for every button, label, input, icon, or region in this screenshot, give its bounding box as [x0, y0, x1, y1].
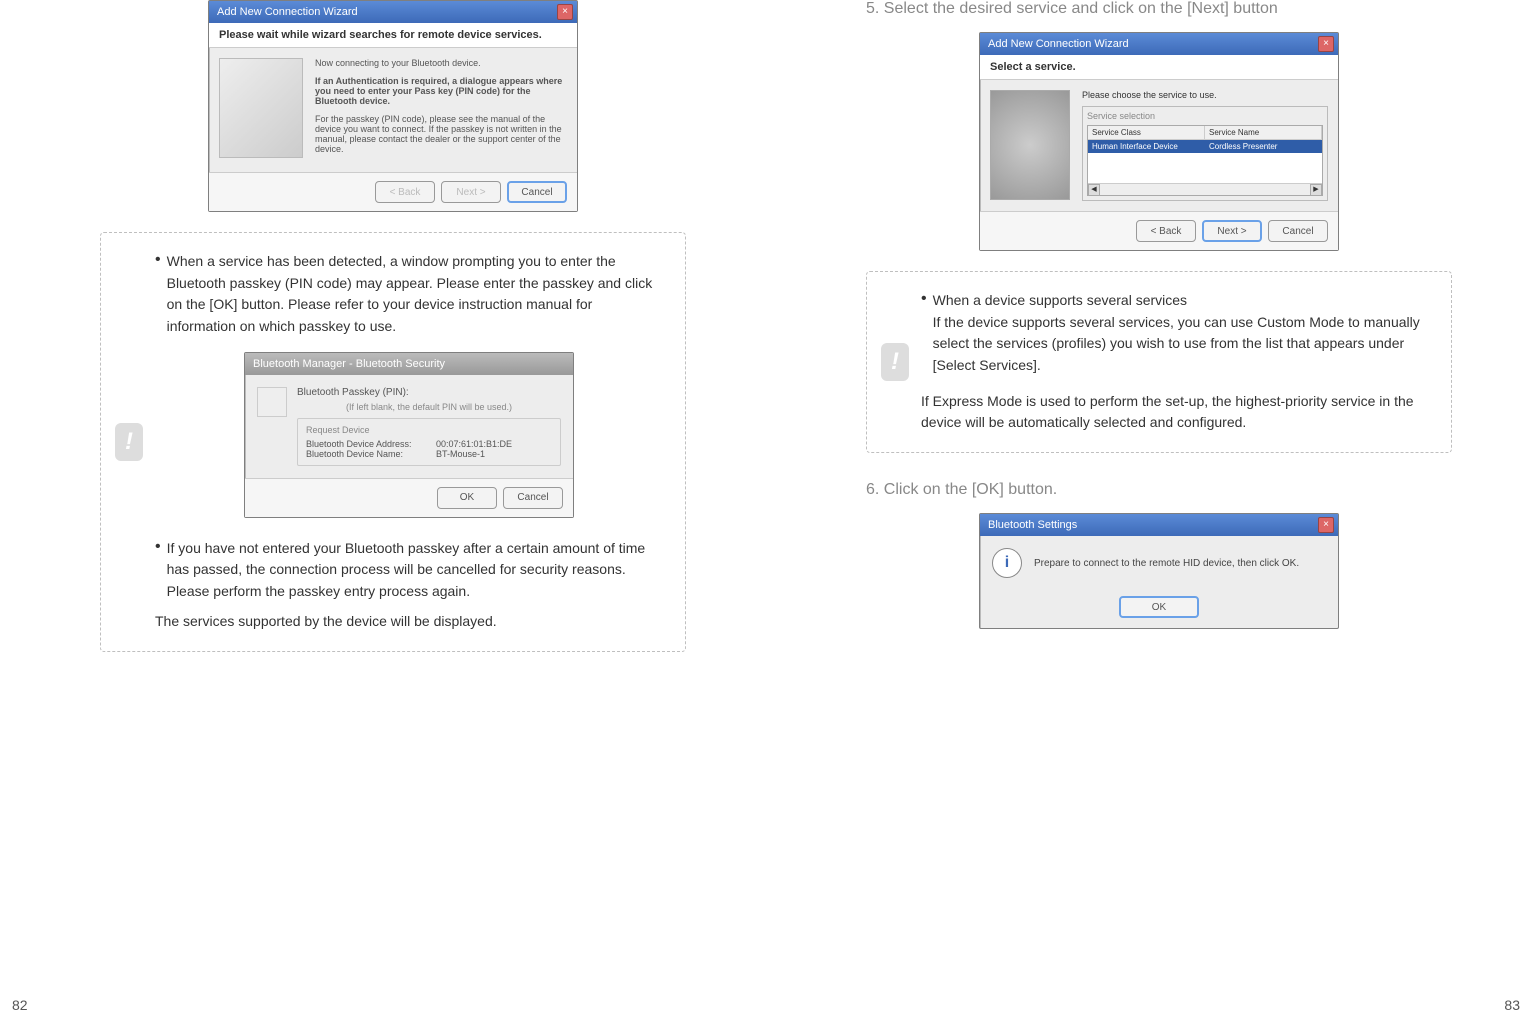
- dialog-title: Add New Connection Wizard: [217, 6, 358, 18]
- dialog-titlebar: Add New Connection Wizard ×: [980, 33, 1338, 55]
- alert-icon: !: [115, 423, 143, 461]
- group-legend: Request Device: [306, 425, 552, 435]
- button-row: < Back Next > Cancel: [980, 211, 1338, 250]
- note-footer: If Express Mode is used to perform the s…: [921, 391, 1429, 434]
- next-button[interactable]: Next >: [441, 181, 501, 203]
- passkey-label: Bluetooth Passkey (PIN):: [297, 387, 561, 398]
- text-line-bold: If an Authentication is required, a dial…: [315, 76, 567, 106]
- button-row: OK Cancel: [245, 478, 573, 517]
- passkey-hint: (If left blank, the default PIN will be …: [297, 402, 561, 412]
- screenshot-search-wizard: Add New Connection Wizard × Please wait …: [208, 0, 578, 212]
- horizontal-scrollbar[interactable]: ◀ ▶: [1088, 183, 1322, 195]
- button-row: OK: [980, 590, 1338, 628]
- name-label: Bluetooth Device Name:: [306, 449, 436, 459]
- close-icon[interactable]: ×: [1318, 36, 1334, 52]
- service-hint: Please choose the service to use.: [1082, 90, 1328, 100]
- service-selection-group: Service selection Service Class Service …: [1082, 106, 1328, 201]
- back-button[interactable]: < Back: [1136, 220, 1196, 242]
- screenshot-bluetooth-settings: Bluetooth Settings × i Prepare to connec…: [979, 513, 1339, 629]
- page-number: 82: [12, 997, 28, 1013]
- dialog-titlebar: Bluetooth Settings ×: [980, 514, 1338, 536]
- bullet-dot: •: [921, 290, 927, 377]
- close-icon[interactable]: ×: [557, 4, 573, 20]
- scroll-right-icon[interactable]: ▶: [1310, 184, 1322, 196]
- dialog-title: Add New Connection Wizard: [988, 38, 1129, 50]
- cell-service-class: Human Interface Device: [1088, 140, 1205, 153]
- ok-button[interactable]: OK: [437, 487, 497, 509]
- dialog-titlebar: Add New Connection Wizard ×: [209, 1, 577, 23]
- name-value: BT-Mouse-1: [436, 449, 485, 459]
- button-row: < Back Next > Cancel: [209, 172, 577, 211]
- illustration-radar: [990, 90, 1070, 200]
- info-icon: i: [992, 548, 1022, 578]
- note-bullet-head: When a device supports several services: [933, 290, 1429, 312]
- close-icon[interactable]: ×: [1318, 517, 1334, 533]
- dialog-titlebar: Bluetooth Manager - Bluetooth Security: [245, 353, 573, 375]
- service-table[interactable]: Service Class Service Name Human Interfa…: [1087, 125, 1323, 196]
- dialog-subhead: Please wait while wizard searches for re…: [209, 23, 577, 48]
- addr-value: 00:07:61:01:B1:DE: [436, 439, 512, 449]
- illustration-device: [219, 58, 303, 158]
- screenshot-passkey-dialog: Bluetooth Manager - Bluetooth Security B…: [244, 352, 574, 518]
- alert-icon: !: [881, 343, 909, 381]
- text-line: Now connecting to your Bluetooth device.: [315, 58, 567, 68]
- step-5-heading: 5. Select the desired service and click …: [866, 0, 1452, 18]
- bullet-dot: •: [155, 538, 161, 603]
- note-box-services: ! • When a device supports several servi…: [866, 271, 1452, 453]
- dialog-title: Bluetooth Settings: [988, 519, 1077, 531]
- dialog-message: Prepare to connect to the remote HID dev…: [1034, 558, 1299, 569]
- table-row[interactable]: Human Interface Device Cordless Presente…: [1088, 140, 1322, 153]
- text-line: For the passkey (PIN code), please see t…: [315, 114, 567, 154]
- note-text: When a service has been detected, a wind…: [167, 251, 663, 338]
- col-service-name: Service Name: [1205, 126, 1322, 139]
- addr-label: Bluetooth Device Address:: [306, 439, 436, 449]
- col-service-class: Service Class: [1088, 126, 1205, 139]
- screenshot-select-service: Add New Connection Wizard × Select a ser…: [979, 32, 1339, 251]
- dialog-subhead: Select a service.: [980, 55, 1338, 80]
- page-number: 83: [1504, 997, 1520, 1013]
- cell-service-name: Cordless Presenter: [1205, 140, 1322, 153]
- ok-button[interactable]: OK: [1119, 596, 1199, 618]
- note-box-passkey: ! • When a service has been detected, a …: [100, 232, 686, 652]
- group-legend: Service selection: [1087, 111, 1323, 121]
- request-device-group: Request Device Bluetooth Device Address:…: [297, 418, 561, 466]
- scroll-left-icon[interactable]: ◀: [1088, 184, 1100, 196]
- cancel-button[interactable]: Cancel: [1268, 220, 1328, 242]
- cancel-button[interactable]: Cancel: [507, 181, 567, 203]
- cancel-button[interactable]: Cancel: [503, 487, 563, 509]
- next-button[interactable]: Next >: [1202, 220, 1262, 242]
- bullet-dot: •: [155, 251, 161, 338]
- dialog-title: Bluetooth Manager - Bluetooth Security: [253, 358, 445, 370]
- step-6-heading: 6. Click on the [OK] button.: [866, 481, 1452, 499]
- note-text: If you have not entered your Bluetooth p…: [167, 538, 663, 603]
- note-bullet-body: If the device supports several services,…: [933, 312, 1429, 377]
- key-icon: [257, 387, 287, 417]
- dialog-body-text: Now connecting to your Bluetooth device.…: [315, 58, 567, 162]
- note-footer: The services supported by the device wil…: [155, 611, 663, 633]
- back-button[interactable]: < Back: [375, 181, 435, 203]
